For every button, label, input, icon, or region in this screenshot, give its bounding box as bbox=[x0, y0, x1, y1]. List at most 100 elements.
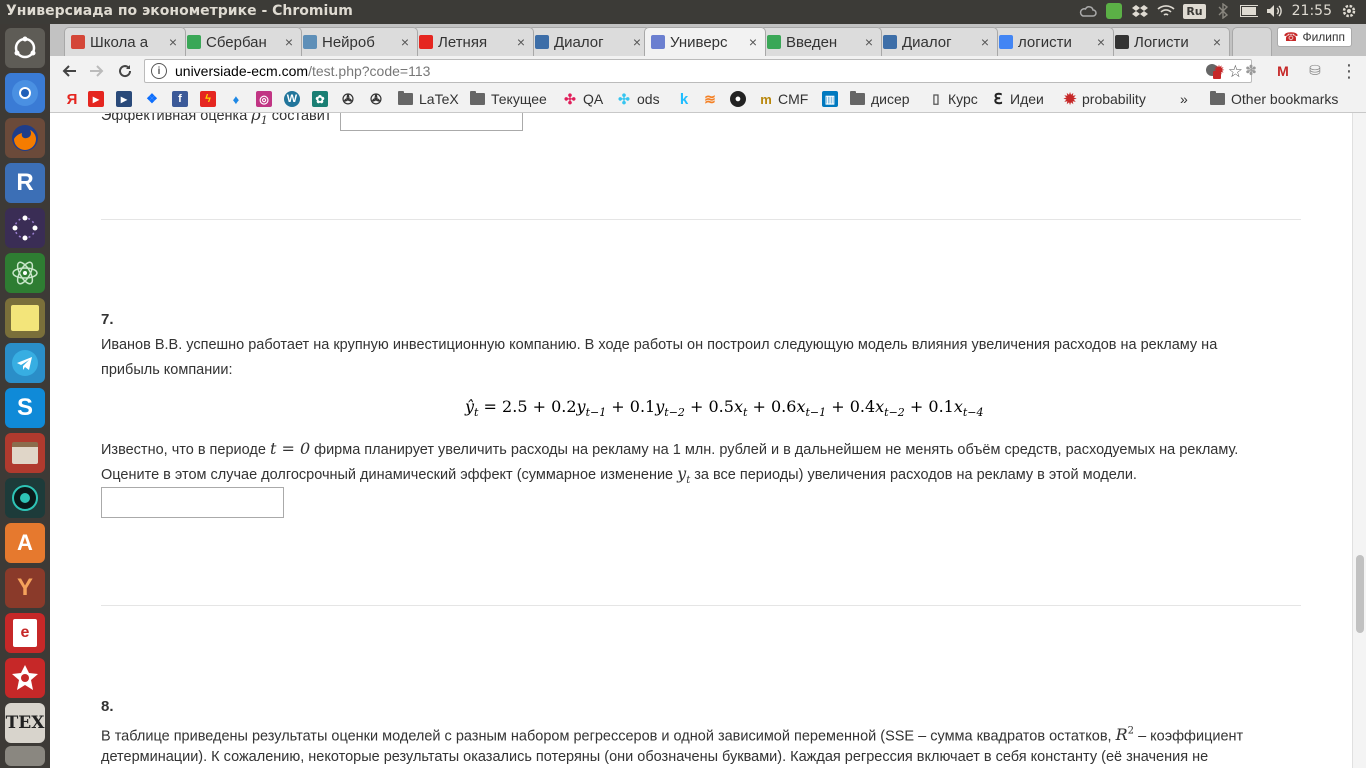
bookmark-video[interactable]: ▶ bbox=[116, 90, 132, 108]
tab-1[interactable]: Школа а × bbox=[64, 27, 186, 56]
bookmark-folder-current[interactable]: Текущее bbox=[470, 90, 547, 108]
tab-3[interactable]: Нейроб × bbox=[296, 27, 418, 56]
bookmark-bolt[interactable]: ϟ bbox=[200, 90, 216, 108]
volume-icon[interactable] bbox=[1266, 2, 1284, 20]
gmail-checker-icon[interactable]: M bbox=[1274, 62, 1292, 80]
power-gear-icon[interactable] bbox=[1340, 2, 1358, 20]
sync-check-icon[interactable] bbox=[1105, 2, 1123, 20]
bookmarks-overflow-chevron[interactable]: » bbox=[1180, 90, 1188, 108]
chrome-menu-icon[interactable]: ⋮ bbox=[1340, 61, 1358, 82]
bookmark-yandex[interactable]: Я bbox=[64, 90, 80, 108]
address-bar[interactable]: i universiade-ecm.com/test.php?code=113 … bbox=[144, 59, 1252, 83]
answer-input-q7[interactable] bbox=[101, 487, 284, 518]
drop-icon: ♦ bbox=[232, 91, 240, 107]
bookmark-dropbox[interactable]: ❖ bbox=[144, 90, 160, 108]
bookmark-trello[interactable]: ▥ bbox=[822, 90, 838, 108]
bookmark-ideas[interactable]: ℇ Идеи bbox=[990, 90, 1043, 108]
wifi-icon[interactable] bbox=[1157, 2, 1175, 20]
wolfram-icon[interactable] bbox=[5, 658, 45, 698]
bookmark-folder-latex[interactable]: LaTeX bbox=[398, 90, 459, 108]
back-button[interactable] bbox=[58, 60, 80, 82]
scrollbar-thumb[interactable] bbox=[1356, 555, 1364, 633]
archive-manager-icon[interactable] bbox=[5, 433, 45, 473]
cloud-icon[interactable] bbox=[1079, 2, 1098, 20]
extension-gear-icon[interactable]: ✹ bbox=[1210, 62, 1228, 80]
tab-close-icon[interactable]: × bbox=[629, 34, 645, 50]
tab-4[interactable]: Летняя × bbox=[412, 27, 534, 56]
atom-icon[interactable] bbox=[5, 253, 45, 293]
bluetooth-icon[interactable] bbox=[1214, 2, 1232, 20]
tab-close-icon[interactable]: × bbox=[397, 34, 413, 50]
bookmark-stackoverflow[interactable]: ≋ bbox=[702, 90, 718, 108]
slack-icon: ✣ bbox=[564, 90, 576, 107]
bookmark-github-a[interactable]: ✇ bbox=[340, 90, 356, 108]
firefox-icon[interactable] bbox=[5, 118, 45, 158]
new-tab-button[interactable] bbox=[1232, 27, 1272, 56]
bookmark-k[interactable]: k bbox=[676, 90, 692, 108]
prev-question-text-after: составит bbox=[271, 113, 332, 124]
bookmark-github[interactable]: ● bbox=[730, 90, 746, 108]
tab-6[interactable]: Универс × bbox=[644, 27, 766, 56]
extension-paw-icon[interactable]: ✽ bbox=[1242, 62, 1260, 80]
bookmark-star-icon[interactable]: ☆ bbox=[1228, 62, 1243, 82]
r-icon[interactable]: R bbox=[5, 163, 45, 203]
sticky-notes-icon[interactable] bbox=[5, 298, 45, 338]
evince-document-icon[interactable]: e bbox=[5, 613, 45, 653]
answer-input-q6[interactable] bbox=[340, 113, 523, 131]
bookmark-github-b[interactable]: ✇ bbox=[368, 90, 384, 108]
reload-button[interactable] bbox=[114, 60, 136, 82]
bookmark-youtube[interactable]: ▶ bbox=[88, 90, 104, 108]
tab-close-icon[interactable]: × bbox=[165, 34, 181, 50]
instagram-icon: ◎ bbox=[256, 91, 272, 107]
keyboard-layout-indicator[interactable]: Ru bbox=[1183, 3, 1206, 19]
tab-close-icon[interactable]: × bbox=[513, 34, 529, 50]
trash-icon[interactable] bbox=[5, 746, 45, 766]
bookmark-folder-diser[interactable]: дисер bbox=[850, 90, 910, 108]
bookmark-label: probability bbox=[1082, 91, 1146, 107]
bookmark-qa[interactable]: ✣ QA bbox=[562, 90, 603, 108]
tab-label: Введен bbox=[786, 33, 838, 51]
steam-like-icon[interactable] bbox=[5, 478, 45, 518]
telegram-icon[interactable] bbox=[5, 343, 45, 383]
bookmark-other[interactable]: Other bookmarks bbox=[1210, 90, 1338, 108]
skype-icon[interactable]: S bbox=[5, 388, 45, 428]
bookmark-ods[interactable]: ✣ ods bbox=[616, 90, 659, 108]
bookmark-cmf[interactable]: m CMF bbox=[758, 90, 808, 108]
bookmark-probability[interactable]: ✹ probability bbox=[1062, 90, 1146, 108]
tab-close-icon[interactable]: × bbox=[281, 34, 297, 50]
tab-close-icon[interactable]: × bbox=[977, 34, 993, 50]
tab-close-icon[interactable]: × bbox=[1093, 34, 1109, 50]
bookmark-instagram[interactable]: ◎ bbox=[256, 90, 272, 108]
texmaker-icon[interactable]: TEX bbox=[5, 703, 45, 743]
window-title: Универсиада по эконометрике - Chromium bbox=[6, 3, 353, 19]
dash-home-icon[interactable] bbox=[5, 28, 45, 68]
lexicon-icon[interactable]: Y bbox=[5, 568, 45, 608]
bookmark-course[interactable]: ▯ Курс bbox=[928, 90, 977, 108]
tab-close-icon[interactable]: × bbox=[861, 34, 877, 50]
tab-10[interactable]: Логисти × bbox=[1108, 27, 1230, 56]
clock[interactable]: 21:55 bbox=[1292, 3, 1332, 19]
tab-7[interactable]: Введен × bbox=[760, 27, 882, 56]
tab-close-icon[interactable]: × bbox=[745, 34, 761, 50]
extension-db-icon[interactable]: ⛁ bbox=[1306, 62, 1324, 80]
chromium-icon[interactable] bbox=[5, 73, 45, 113]
site-info-icon[interactable]: i bbox=[151, 63, 167, 79]
tab-close-icon[interactable]: × bbox=[1209, 34, 1225, 50]
network-app-icon[interactable] bbox=[5, 208, 45, 248]
page-scrollbar[interactable] bbox=[1352, 113, 1366, 768]
battery-icon[interactable] bbox=[1239, 2, 1258, 20]
software-center-icon[interactable]: A bbox=[5, 523, 45, 563]
bookmark-wordpress[interactable]: W bbox=[284, 90, 300, 108]
forward-button[interactable] bbox=[86, 60, 108, 82]
profile-button[interactable]: ☎ Филипп bbox=[1276, 27, 1352, 47]
bookmark-drop[interactable]: ♦ bbox=[228, 90, 244, 108]
tab-8[interactable]: Диалог × bbox=[876, 27, 998, 56]
tab-2[interactable]: Сбербан × bbox=[180, 27, 302, 56]
tab-5[interactable]: Диалог × bbox=[528, 27, 650, 56]
bookmark-facebook[interactable]: f bbox=[172, 90, 188, 108]
bookmark-openai[interactable]: ✿ bbox=[312, 90, 328, 108]
evernote-icon: ℇ bbox=[993, 91, 1003, 108]
tab-9[interactable]: логисти × bbox=[992, 27, 1114, 56]
bookmark-label: дисер bbox=[871, 91, 910, 107]
dropbox-tray-icon[interactable] bbox=[1131, 2, 1149, 20]
